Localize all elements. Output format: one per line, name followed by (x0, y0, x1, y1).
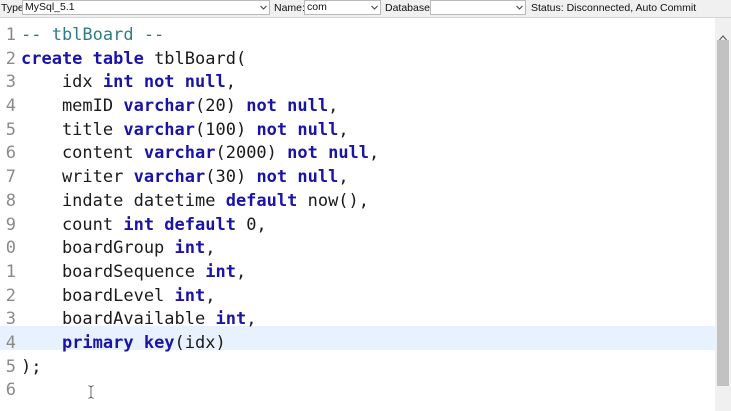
chevron-down-icon (371, 4, 378, 11)
line-number: 8 (5, 190, 16, 211)
code-token: , (235, 261, 247, 282)
sql-keyword: int (174, 285, 206, 306)
code-token: boardLevel (21, 285, 175, 306)
sql-keyword: varchar (123, 96, 196, 117)
sql-keyword: not null (256, 167, 339, 188)
sql-keyword: primary key (61, 332, 175, 353)
code-token: (20) (195, 96, 247, 117)
code-token: , (246, 309, 257, 330)
line-number: 4 (5, 332, 16, 353)
sql-comment: -- tblBoard -- (21, 25, 165, 45)
line-number: 3 (5, 72, 16, 93)
code-token: count (21, 214, 124, 235)
code-line[interactable]: title varchar(100) not null, (21, 119, 715, 143)
code-token: (30) (205, 167, 257, 188)
code-line[interactable]: memID varchar(20) not null, (21, 95, 715, 119)
line-number: 9 (5, 214, 16, 235)
text-cursor-icon (88, 385, 94, 399)
sql-keyword: default (225, 190, 298, 211)
code-line[interactable]: boardGroup int, (21, 237, 715, 261)
code-token: tblBoard( (143, 48, 247, 69)
sql-editor[interactable]: 1234567890123456 -- tblBoard -- create ta… (0, 18, 731, 411)
code-line[interactable]: content varchar(2000) not null, (21, 142, 715, 166)
name-select-value: com (307, 1, 327, 13)
line-number: 0 (5, 238, 16, 259)
code-token: boardAvailable (21, 309, 216, 330)
code-token: , (328, 96, 339, 117)
code-line[interactable]: primary key(idx) (21, 332, 715, 356)
line-number: 4 (5, 96, 16, 117)
code-line[interactable]: count int default 0, (21, 214, 715, 238)
code-token: memID (21, 96, 124, 117)
code-token: 0, (235, 214, 267, 235)
line-number: 5 (5, 356, 16, 377)
line-number: 2 (5, 285, 16, 306)
connection-toolbar: Type: MySql_5.1 Name: com Database: Stat… (0, 0, 731, 18)
code-area[interactable]: -- tblBoard -- create table tblBoard( idx… (21, 24, 715, 403)
sql-keyword: varchar (133, 167, 206, 188)
code-token: indate datetime (21, 190, 226, 211)
sql-keyword: int (174, 238, 206, 259)
line-number: 1 (5, 25, 16, 45)
code-line[interactable]: writer varchar(30) not null, (21, 166, 715, 190)
code-token: , (338, 119, 349, 140)
code-line[interactable]: boardAvailable int, (21, 308, 715, 332)
code-token: now(), (297, 190, 370, 211)
code-token: ); (21, 356, 42, 377)
code-token: title (21, 119, 124, 140)
code-line[interactable]: idx int not null, (21, 71, 715, 95)
scrollbar-thumb[interactable] (717, 40, 729, 386)
sql-keyword: int not null (102, 72, 226, 93)
sql-keyword: int default (123, 214, 236, 235)
code-token: , (205, 238, 216, 259)
sql-keyword: create table (21, 48, 144, 69)
code-token: boardSequence (21, 261, 206, 282)
code-token: idx (21, 72, 103, 93)
sql-keyword: varchar (123, 119, 196, 140)
vertical-scrollbar[interactable] (715, 18, 731, 411)
code-line[interactable]: create table tblBoard( (21, 48, 715, 72)
code-line[interactable]: -- tblBoard -- (21, 24, 715, 48)
database-select[interactable] (430, 0, 526, 15)
code-token: boardGroup (21, 238, 175, 259)
line-number-gutter: 1234567890123456 (0, 24, 18, 403)
code-token: (idx) (174, 332, 226, 353)
code-token: , (205, 285, 216, 306)
sql-keyword: int (215, 309, 247, 330)
line-number: 5 (5, 119, 16, 140)
line-number: 6 (5, 380, 16, 401)
database-label: Database: (385, 2, 433, 14)
type-select-value: MySql_5.1 (25, 1, 75, 13)
code-line[interactable]: boardLevel int, (21, 285, 715, 309)
code-line[interactable]: indate datetime default now(), (21, 190, 715, 214)
code-token: , (338, 167, 349, 188)
sql-keyword: varchar (143, 143, 216, 164)
code-token: (100) (195, 119, 257, 140)
sql-keyword: not null (256, 119, 339, 140)
line-number: 7 (5, 167, 16, 188)
code-line[interactable] (21, 379, 715, 403)
code-token: content (21, 143, 144, 164)
line-number: 1 (5, 261, 16, 282)
line-number: 2 (5, 48, 16, 69)
line-number: 3 (5, 309, 16, 330)
code-token: , (369, 143, 380, 164)
type-select[interactable]: MySql_5.1 (22, 0, 270, 15)
status-text: Status: Disconnected, Auto Commit (531, 2, 697, 14)
sql-keyword: not null (287, 143, 370, 164)
code-token: writer (21, 167, 134, 188)
name-label: Name: (274, 2, 305, 14)
code-line[interactable]: boardSequence int, (21, 261, 715, 285)
name-select[interactable]: com (304, 0, 381, 15)
code-line[interactable]: ); (21, 356, 715, 380)
code-token: , (225, 72, 236, 93)
sql-keyword: int (205, 261, 236, 282)
sql-keyword: not null (246, 96, 329, 117)
line-number: 6 (5, 143, 16, 164)
chevron-down-icon (260, 4, 267, 11)
code-token: (2000) (215, 143, 288, 164)
chevron-down-icon (516, 4, 523, 11)
